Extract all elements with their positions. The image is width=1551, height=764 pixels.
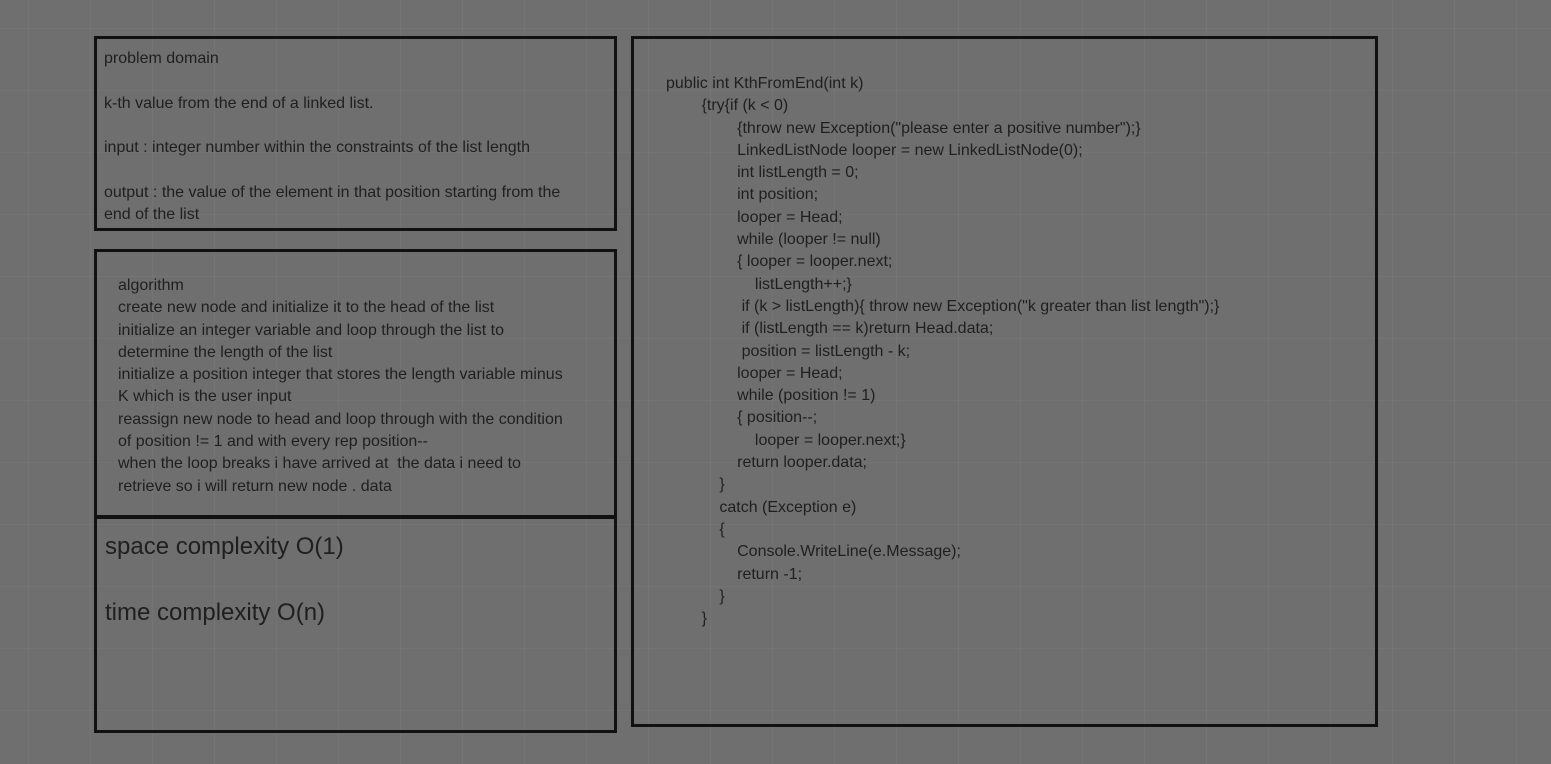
code-line: { looper = looper.next; xyxy=(666,253,893,271)
algorithm-line: retrieve so i will return new node . dat… xyxy=(118,477,392,495)
code-line: while (position != 1) xyxy=(666,387,876,405)
space-complexity: space complexity O(1) xyxy=(105,533,344,560)
code-line: int position; xyxy=(666,186,819,204)
code-line: position = listLength - k; xyxy=(666,342,911,360)
code-line: while (looper != null) xyxy=(666,231,881,249)
code-line: if (k > listLength){ throw new Exception… xyxy=(666,297,1220,315)
algorithm-line: create new node and initialize it to the… xyxy=(118,299,495,317)
code-line: looper = Head; xyxy=(666,208,843,226)
complexity-box: space complexity O(1) time complexity O(… xyxy=(94,515,617,733)
code-line: Console.WriteLine(e.Message); xyxy=(666,543,961,561)
algorithm-box: algorithm create new node and initialize… xyxy=(94,249,617,519)
algorithm-line: reassign new node to head and loop throu… xyxy=(118,410,563,428)
code-box: public int KthFromEnd(int k) {try{if (k … xyxy=(631,36,1378,727)
algorithm-line: initialize an integer variable and loop … xyxy=(118,321,505,339)
algorithm-line: determine the length of the list xyxy=(118,343,333,361)
code-line: LinkedListNode looper = new LinkedListNo… xyxy=(666,141,1083,159)
code-line: listLength++;} xyxy=(666,275,852,293)
problem-description: k-th value from the end of a linked list… xyxy=(104,94,374,112)
code-line: looper = looper.next;} xyxy=(666,431,906,449)
problem-input: input : integer number within the constr… xyxy=(104,139,531,157)
code-line: {throw new Exception("please enter a pos… xyxy=(666,119,1141,137)
algorithm-line: K which is the user input xyxy=(118,388,292,406)
code-line: int listLength = 0; xyxy=(666,164,859,182)
code-line: return -1; xyxy=(666,565,803,583)
algorithm-line: of position != 1 and with every rep posi… xyxy=(118,433,428,451)
problem-output-line-2: end of the list xyxy=(104,206,200,224)
problem-domain-heading: problem domain xyxy=(104,50,219,67)
code-line: return looper.data; xyxy=(666,454,867,472)
time-complexity: time complexity O(n) xyxy=(105,599,326,626)
code-line: { position--; xyxy=(666,409,818,427)
code-line: } xyxy=(666,476,725,494)
code-line: public int KthFromEnd(int k) xyxy=(666,75,864,92)
algorithm-line: when the loop breaks i have arrived at t… xyxy=(118,455,521,473)
code-line: } xyxy=(666,610,707,628)
problem-output-line-1: output : the value of the element in tha… xyxy=(104,183,561,201)
algorithm-line: initialize a position integer that store… xyxy=(118,366,563,384)
code-line: catch (Exception e) xyxy=(666,498,857,516)
code-line: {try{if (k < 0) xyxy=(666,97,789,115)
algorithm-heading: algorithm xyxy=(118,277,184,294)
problem-domain-box: problem domain k-th value from the end o… xyxy=(94,36,617,231)
code-line: { xyxy=(666,520,725,538)
code-line: looper = Head; xyxy=(666,364,843,382)
code-line: if (listLength == k)return Head.data; xyxy=(666,320,994,338)
code-line: } xyxy=(666,587,725,605)
